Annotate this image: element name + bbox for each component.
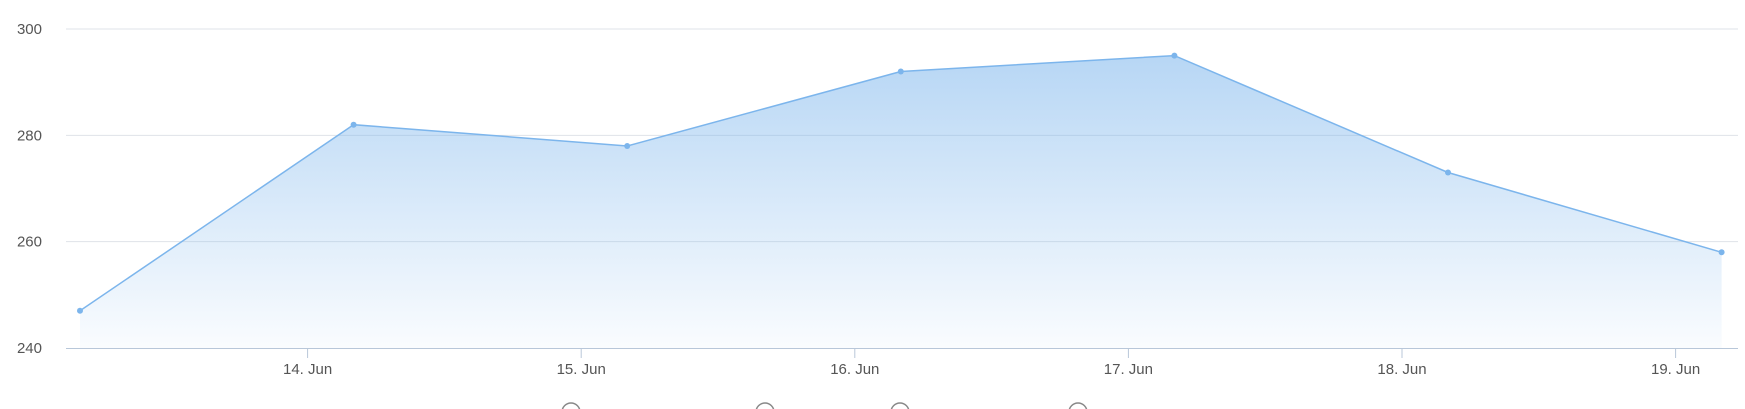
legend-item-symbol[interactable] — [755, 402, 775, 409]
series-area-fill — [80, 55, 1722, 348]
x-tick-label: 15. Jun — [557, 361, 606, 378]
data-point[interactable] — [1171, 52, 1178, 59]
y-tick-label: 300 — [17, 21, 42, 38]
x-tick-label: 14. Jun — [283, 361, 332, 378]
x-tick-label: 18. Jun — [1377, 361, 1426, 378]
data-point[interactable] — [77, 307, 83, 314]
x-tick-label: 19. Jun — [1651, 361, 1700, 378]
y-tick-label: 260 — [17, 234, 42, 251]
chart-container: 240 260 280 300 14. Jun 15. Jun 16. Jun 17. Jun… — [0, 0, 1745, 409]
data-point[interactable] — [897, 68, 904, 75]
x-axis — [66, 348, 1738, 358]
x-tick-label: 17. Jun — [1104, 361, 1153, 378]
area-chart: 240 260 280 300 14. Jun 15. Jun 16. Jun 17. Jun… — [17, 21, 1738, 409]
legend-item-symbol[interactable] — [890, 402, 910, 409]
legend[interactable] — [561, 402, 1088, 409]
data-point[interactable] — [1718, 249, 1725, 256]
data-point[interactable] — [350, 121, 357, 128]
legend-item-symbol[interactable] — [1068, 402, 1088, 409]
data-point[interactable] — [624, 142, 631, 149]
x-tick-label: 16. Jun — [830, 361, 879, 378]
legend-item-symbol[interactable] — [561, 402, 581, 409]
series-area — [79, 54, 1722, 348]
y-tick-label: 280 — [17, 127, 42, 144]
y-tick-label: 240 — [17, 340, 42, 357]
data-point[interactable] — [1445, 169, 1451, 176]
